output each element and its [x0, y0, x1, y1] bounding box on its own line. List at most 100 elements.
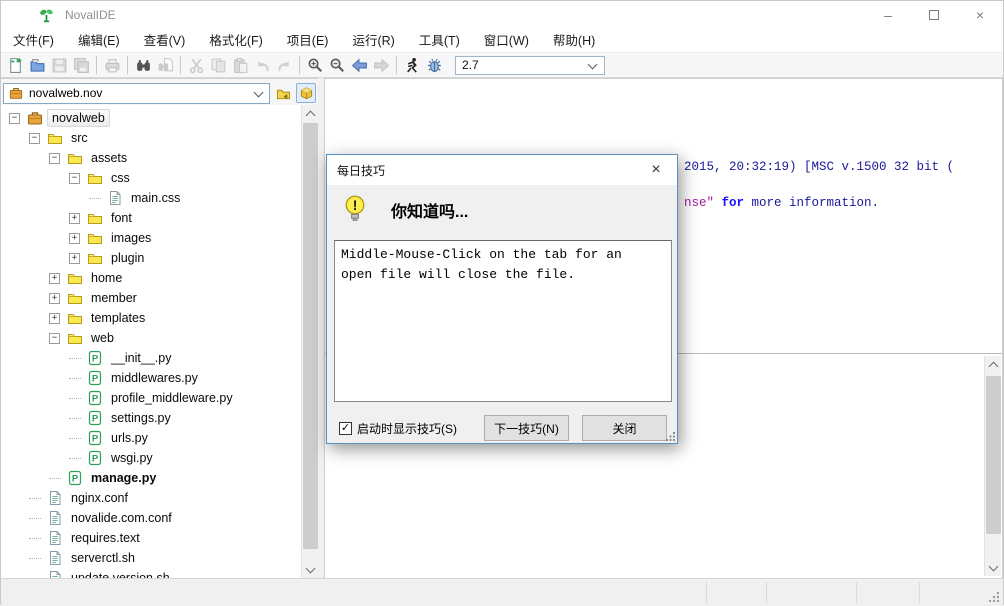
tree-item-profile-middleware-py[interactable]: profile_middleware.py — [1, 388, 301, 408]
copy-button — [207, 55, 229, 76]
tree-item-update-version-sh[interactable]: update version.sh — [1, 568, 301, 578]
dialog-close-button[interactable]: × — [645, 159, 667, 181]
tip-line-1: Middle-Mouse-Click on the tab for an — [341, 245, 665, 265]
menu-item-6[interactable]: 运行(R) — [340, 29, 406, 53]
open-file-button[interactable] — [26, 55, 48, 76]
tree-item-font[interactable]: +font — [1, 208, 301, 228]
show-tips-checkbox[interactable]: ✓ — [339, 422, 352, 435]
zoom-out-button[interactable] — [326, 55, 348, 76]
tree-connector — [29, 558, 41, 559]
close-button[interactable]: × — [957, 1, 1003, 29]
tree-item-settings-py[interactable]: settings.py — [1, 408, 301, 428]
dialog-title-bar[interactable]: 每日技巧 × — [327, 155, 677, 185]
tip-text-box[interactable]: Middle-Mouse-Click on the tab for anopen… — [334, 240, 672, 402]
tree-item-src[interactable]: −src — [1, 128, 301, 148]
tree-item-requires-text[interactable]: requires.text — [1, 528, 301, 548]
tree-item-main-css[interactable]: main.css — [1, 188, 301, 208]
expand-icon[interactable]: + — [49, 273, 60, 284]
tree-item--init-py[interactable]: __init__.py — [1, 348, 301, 368]
expand-icon[interactable]: + — [69, 213, 80, 224]
tree-item-web[interactable]: −web — [1, 328, 301, 348]
maximize-button[interactable] — [911, 1, 957, 29]
zoom-out-icon — [329, 57, 346, 74]
project-selector-row: novalweb.nov — [1, 79, 318, 105]
menu-item-8[interactable]: 窗口(W) — [472, 29, 541, 53]
tree-item-css[interactable]: −css — [1, 168, 301, 188]
collapse-icon[interactable]: − — [29, 133, 40, 144]
next-tip-button[interactable]: 下一技巧(N) — [484, 415, 569, 441]
console-scrollbar[interactable] — [984, 356, 1001, 576]
toolbar: 2.7 — [1, 53, 1003, 78]
tree-scrollbar-thumb[interactable] — [303, 123, 318, 549]
debug-button[interactable] — [423, 55, 445, 76]
expand-icon[interactable]: + — [69, 253, 80, 264]
new-file-button[interactable] — [4, 55, 26, 76]
scroll-down-icon[interactable] — [985, 559, 1002, 576]
tree-item-serverctl-sh[interactable]: serverctl.sh — [1, 548, 301, 568]
project-combobox[interactable]: novalweb.nov — [3, 83, 270, 104]
dialog-header: 你知道吗... — [327, 185, 677, 233]
scroll-up-icon[interactable] — [302, 105, 319, 122]
tree-item-urls-py[interactable]: urls.py — [1, 428, 301, 448]
collapse-icon[interactable]: − — [49, 333, 60, 344]
collapse-icon[interactable]: − — [9, 113, 20, 124]
locate-file-folder-icon — [276, 86, 291, 101]
expand-icon[interactable]: + — [49, 293, 60, 304]
tree-connector — [69, 378, 81, 379]
undo-button — [251, 55, 273, 76]
tree-item-wsgi-py[interactable]: wsgi.py — [1, 448, 301, 468]
menu-item-2[interactable]: 编辑(E) — [66, 29, 132, 53]
tree-item-label: wsgi.py — [107, 450, 157, 466]
tree-item-images[interactable]: +images — [1, 228, 301, 248]
dialog-resize-grip[interactable] — [666, 432, 675, 441]
copy-icon — [210, 57, 227, 74]
cut-icon — [188, 57, 205, 74]
menu-item-4[interactable]: 格式化(F) — [197, 29, 274, 53]
doc-icon — [47, 510, 63, 526]
find-in-files-icon — [157, 57, 174, 74]
menu-item-1[interactable]: 文件(F) — [1, 29, 66, 53]
nav-back-button[interactable] — [348, 55, 370, 76]
tree-item-label: member — [87, 290, 141, 306]
tree-item-middlewares-py[interactable]: middlewares.py — [1, 368, 301, 388]
console-line-2: nse" for more information. — [684, 196, 879, 210]
tree-connector — [29, 538, 41, 539]
locate-file-button[interactable] — [273, 83, 293, 103]
zoom-in-icon — [307, 57, 324, 74]
tree-item-home[interactable]: +home — [1, 268, 301, 288]
menu-item-9[interactable]: 帮助(H) — [541, 29, 607, 53]
tree-item-manage-py[interactable]: manage.py — [1, 468, 301, 488]
tree-item-novalweb[interactable]: −novalweb — [1, 108, 301, 128]
tree-item-assets[interactable]: −assets — [1, 148, 301, 168]
novalide-window: { "window": { "title": "NovalIDE", "logo… — [0, 0, 1004, 605]
resize-grip[interactable] — [989, 592, 999, 602]
collapse-icon[interactable]: − — [69, 173, 80, 184]
menu-item-7[interactable]: 工具(T) — [407, 29, 472, 53]
collapse-icon[interactable]: − — [49, 153, 60, 164]
interpreter-select[interactable]: 2.7 — [455, 56, 605, 75]
console-scrollbar-thumb[interactable] — [986, 376, 1001, 534]
tree-connector — [69, 458, 81, 459]
expand-icon[interactable]: + — [69, 233, 80, 244]
tree-item-label: middlewares.py — [107, 370, 202, 386]
menu-item-5[interactable]: 项目(E) — [275, 29, 341, 53]
zoom-in-button[interactable] — [304, 55, 326, 76]
python-icon — [87, 450, 103, 466]
find-button[interactable] — [132, 55, 154, 76]
tree-item-templates[interactable]: +templates — [1, 308, 301, 328]
tree-item-label: main.css — [127, 190, 184, 206]
close-tip-button[interactable]: 关闭 — [582, 415, 667, 441]
tree-scrollbar[interactable] — [301, 105, 318, 578]
tree-item-plugin[interactable]: +plugin — [1, 248, 301, 268]
minimize-button[interactable]: – — [865, 1, 911, 29]
scroll-down-icon[interactable] — [302, 561, 319, 578]
package-view-button[interactable] — [296, 83, 316, 103]
status-bar — [1, 578, 1003, 606]
tree-item-member[interactable]: + member — [1, 288, 301, 308]
menu-item-3[interactable]: 查看(V) — [132, 29, 198, 53]
run-button[interactable] — [401, 55, 423, 76]
tree-item-nginx-conf[interactable]: nginx.conf — [1, 488, 301, 508]
scroll-up-icon[interactable] — [985, 356, 1002, 373]
expand-icon[interactable]: + — [49, 313, 60, 324]
tree-item-novalide-com-conf[interactable]: novalide.com.conf — [1, 508, 301, 528]
